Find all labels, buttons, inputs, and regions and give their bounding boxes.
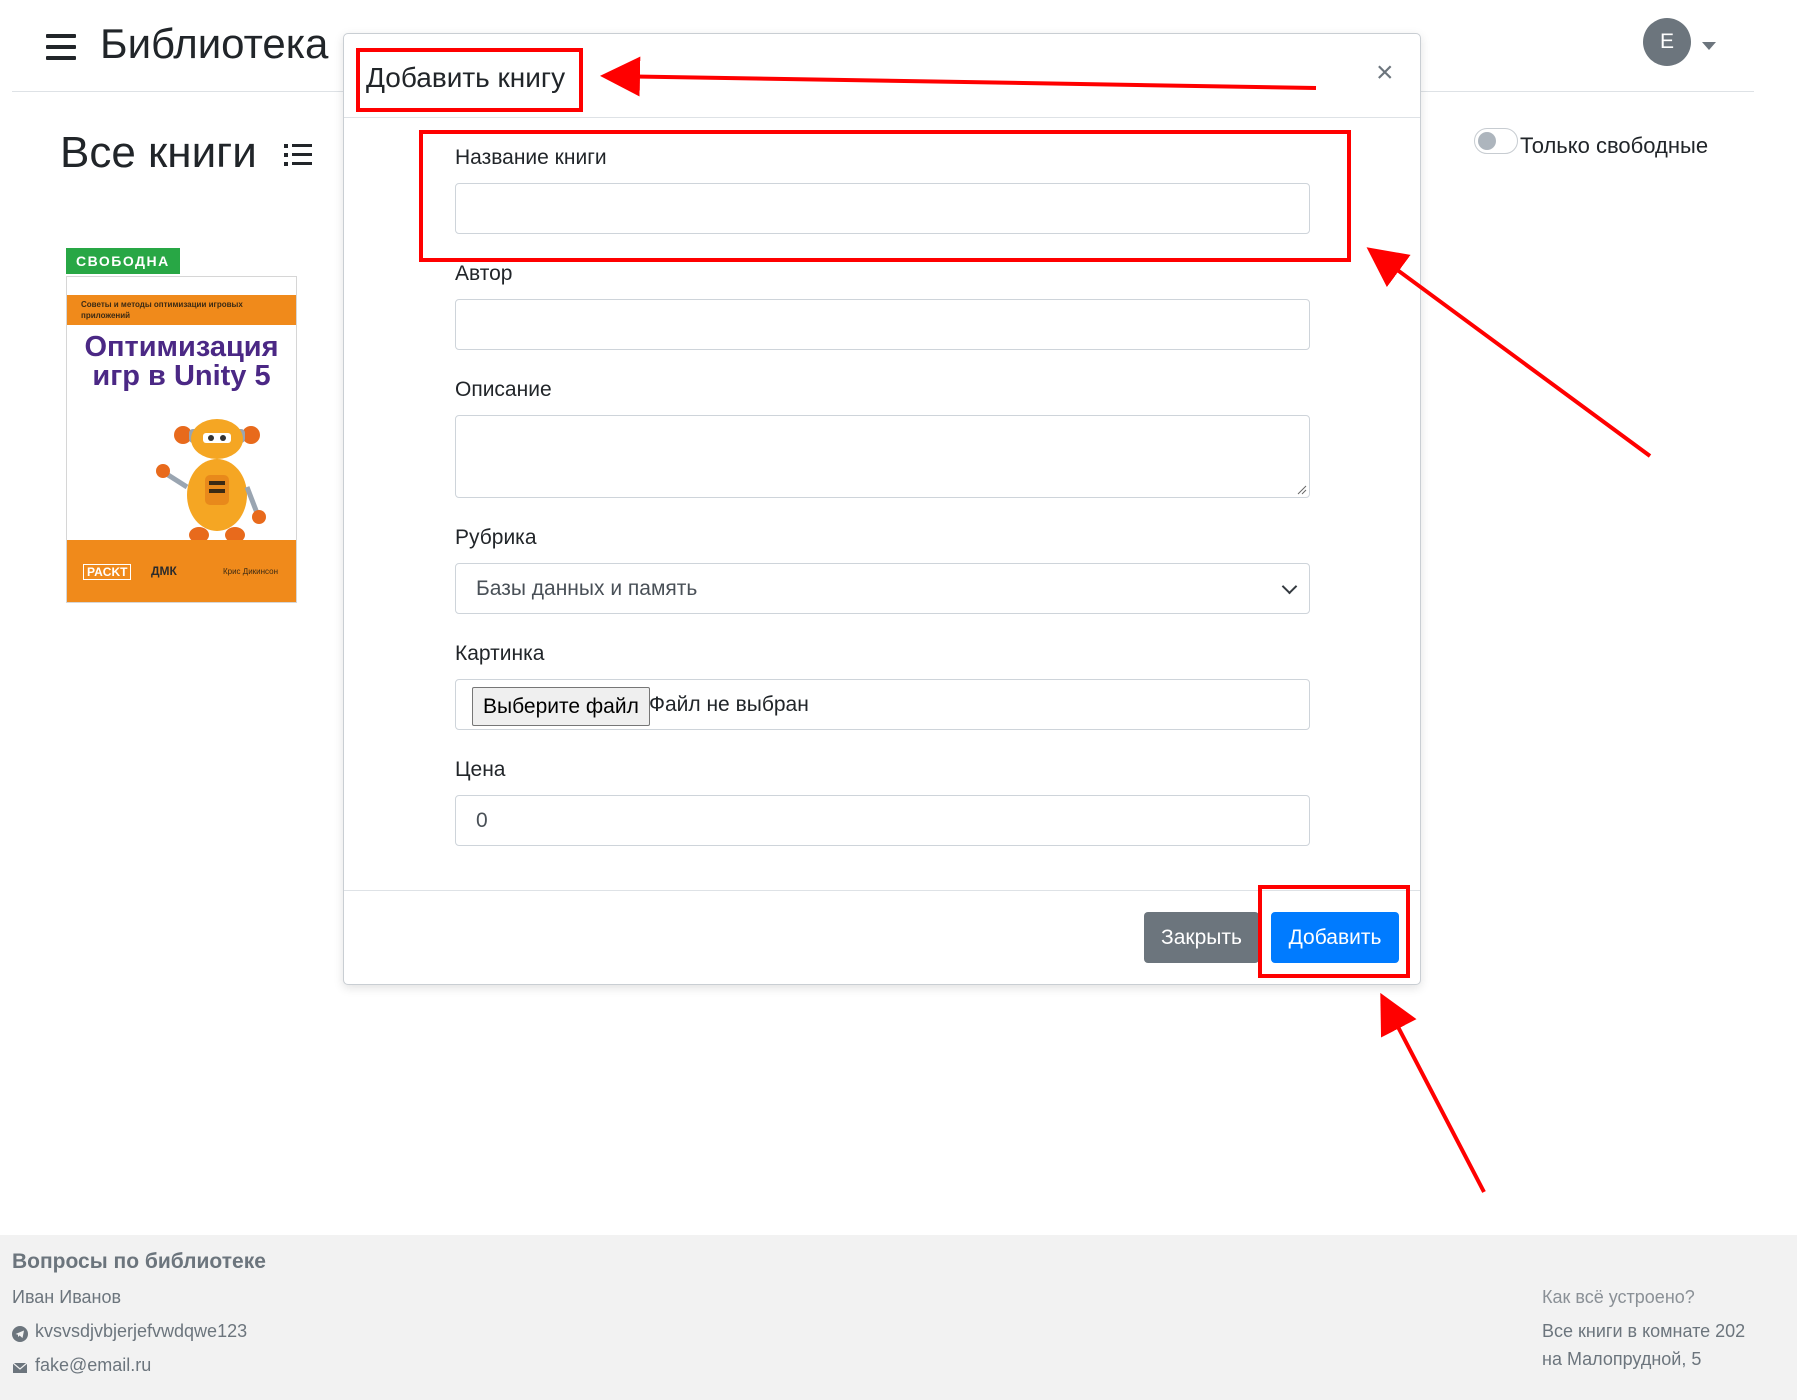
- arrow-to-title: [600, 56, 1317, 97]
- mail-icon: [12, 1362, 28, 1373]
- arrow-to-title-field: [1366, 247, 1652, 458]
- telegram-link[interactable]: kvsvsdjvbjerjefvwdqwe123: [35, 1321, 247, 1342]
- how-it-works-link[interactable]: Как всё устроено?: [1542, 1287, 1695, 1308]
- annotation-arrows: [600, 56, 1652, 1193]
- arrow-to-add-button: [1380, 992, 1486, 1193]
- location-line-2: на Малопрудной, 5: [1542, 1349, 1702, 1369]
- telegram-icon: [12, 1326, 28, 1342]
- contact-name: Иван Иванов: [12, 1287, 122, 1307]
- footer-heading: Вопросы по библиотеке: [12, 1250, 266, 1273]
- footer: [0, 1235, 1797, 1400]
- location-line-1: Все книги в комнате 202: [1542, 1321, 1746, 1341]
- email-link[interactable]: fake@email.ru: [35, 1355, 151, 1376]
